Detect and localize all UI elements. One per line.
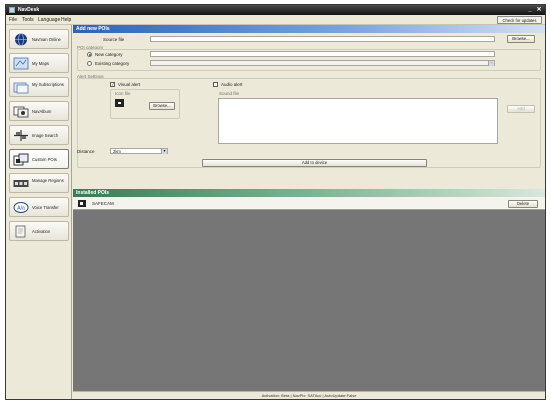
audio-alert-checkbox[interactable]	[213, 82, 218, 87]
sound-file-list[interactable]	[218, 98, 498, 144]
map-icon	[13, 57, 29, 70]
audio-alert-label: Audio alert	[221, 82, 243, 87]
sidebar-item-label: Image Search	[32, 133, 59, 138]
icon-file-label: Icon file	[115, 91, 131, 96]
minimize-button[interactable]: _	[526, 6, 534, 14]
existing-category-radio[interactable]	[87, 61, 92, 66]
window-title: NavDesk	[18, 7, 40, 13]
voice-transfer-icon: A/a	[13, 202, 29, 213]
new-category-input[interactable]	[150, 51, 495, 57]
installed-poi-list: SAFECAM Delete	[73, 197, 545, 391]
title-bar: NavDesk _ ✕	[6, 5, 545, 15]
menu-help[interactable]: Help	[61, 17, 71, 23]
new-category-radio[interactable]	[87, 52, 92, 57]
visual-alert-checkbox[interactable]: ✓	[110, 82, 115, 87]
sidebar-item-activation[interactable]: Activation	[9, 221, 69, 241]
poi-name: SAFECAM	[92, 201, 114, 206]
add-sound-button[interactable]: Add	[507, 105, 535, 113]
distance-value: 2km	[113, 149, 121, 154]
album-icon	[13, 106, 29, 118]
menu-bar: File Tools Language Help Check for updat…	[6, 15, 545, 25]
list-item[interactable]: SAFECAM Delete	[73, 197, 545, 210]
sidebar-item-my-maps[interactable]: My Maps	[9, 53, 69, 73]
menu-language[interactable]: Language	[38, 17, 60, 23]
close-button[interactable]: ✕	[535, 6, 543, 14]
sidebar-item-navman-online[interactable]: Navman Online	[9, 29, 69, 49]
sound-file-label: Sound file	[219, 91, 240, 96]
sidebar-item-manage-regions[interactable]: Manage Regions	[9, 173, 69, 193]
browse-icon-button[interactable]: Browse...	[149, 102, 175, 110]
poi-icon	[78, 200, 86, 207]
subscription-icon	[13, 82, 29, 94]
sidebar-item-label: Navman Online	[32, 37, 61, 42]
add-to-device-button[interactable]: Add to device	[202, 159, 427, 167]
existing-category-label: Existing category	[95, 61, 130, 66]
app-window: NavDesk _ ✕ File Tools Language Help Che…	[5, 4, 546, 400]
sidebar-item-label: Custom POIs	[32, 157, 57, 162]
installed-poi-header: Installed POIs	[73, 189, 545, 197]
poi-icon-preview	[115, 99, 124, 107]
check-updates-button[interactable]: Check for updates	[497, 16, 542, 24]
sidebar-item-label: My Maps	[32, 61, 49, 66]
sidebar-item-image-search[interactable]: Image Search	[9, 125, 69, 145]
manage-regions-icon	[13, 180, 29, 187]
add-poi-header: Add new POIs	[73, 25, 545, 33]
sidebar-item-label: My Subscriptions	[32, 82, 64, 87]
custom-poi-icon	[13, 153, 29, 166]
svg-text:A/a: A/a	[17, 206, 25, 212]
status-bar: Activation: Beta | NavPix: SATAcc | Auto…	[73, 391, 545, 399]
browse-source-button[interactable]: Browse...	[507, 35, 535, 43]
sidebar-item-label: NavAlbum	[32, 109, 52, 114]
delete-poi-button[interactable]: Delete	[508, 200, 538, 208]
sidebar-item-label: Voice Transfer	[32, 205, 59, 210]
main-content: Add new POIs Source file Browse... POI c…	[73, 25, 545, 391]
sidebar-item-my-subscriptions[interactable]: My Subscriptions	[9, 77, 69, 97]
chevron-down-icon: ▼	[161, 149, 167, 154]
new-category-label: New category	[95, 52, 123, 57]
chevron-down-icon: ▼	[488, 61, 494, 66]
globe-icon	[15, 33, 27, 46]
sidebar-item-voice-transfer[interactable]: A/a Voice Transfer	[9, 197, 69, 217]
distance-select[interactable]: 2km ▼	[110, 148, 168, 154]
distance-label: Distance	[77, 149, 95, 154]
app-icon	[9, 7, 15, 13]
source-file-input[interactable]	[150, 36, 495, 42]
sidebar-item-custom-pois[interactable]: Custom POIs	[9, 149, 69, 169]
visual-alert-label: Visual alert	[118, 82, 141, 87]
sidebar-item-label: Activation	[32, 229, 51, 234]
source-file-label: Source file	[103, 37, 125, 42]
existing-category-select[interactable]: ▼	[150, 60, 495, 66]
menu-tools[interactable]: Tools	[22, 17, 34, 23]
menu-file[interactable]: File	[9, 17, 17, 23]
image-search-icon	[14, 130, 28, 141]
sidebar-item-navalbum[interactable]: NavAlbum	[9, 101, 69, 121]
sidebar: Navman Online My Maps My Subscriptions N…	[6, 25, 72, 399]
activation-icon	[15, 225, 26, 238]
sidebar-item-label: Manage Regions	[32, 178, 64, 183]
